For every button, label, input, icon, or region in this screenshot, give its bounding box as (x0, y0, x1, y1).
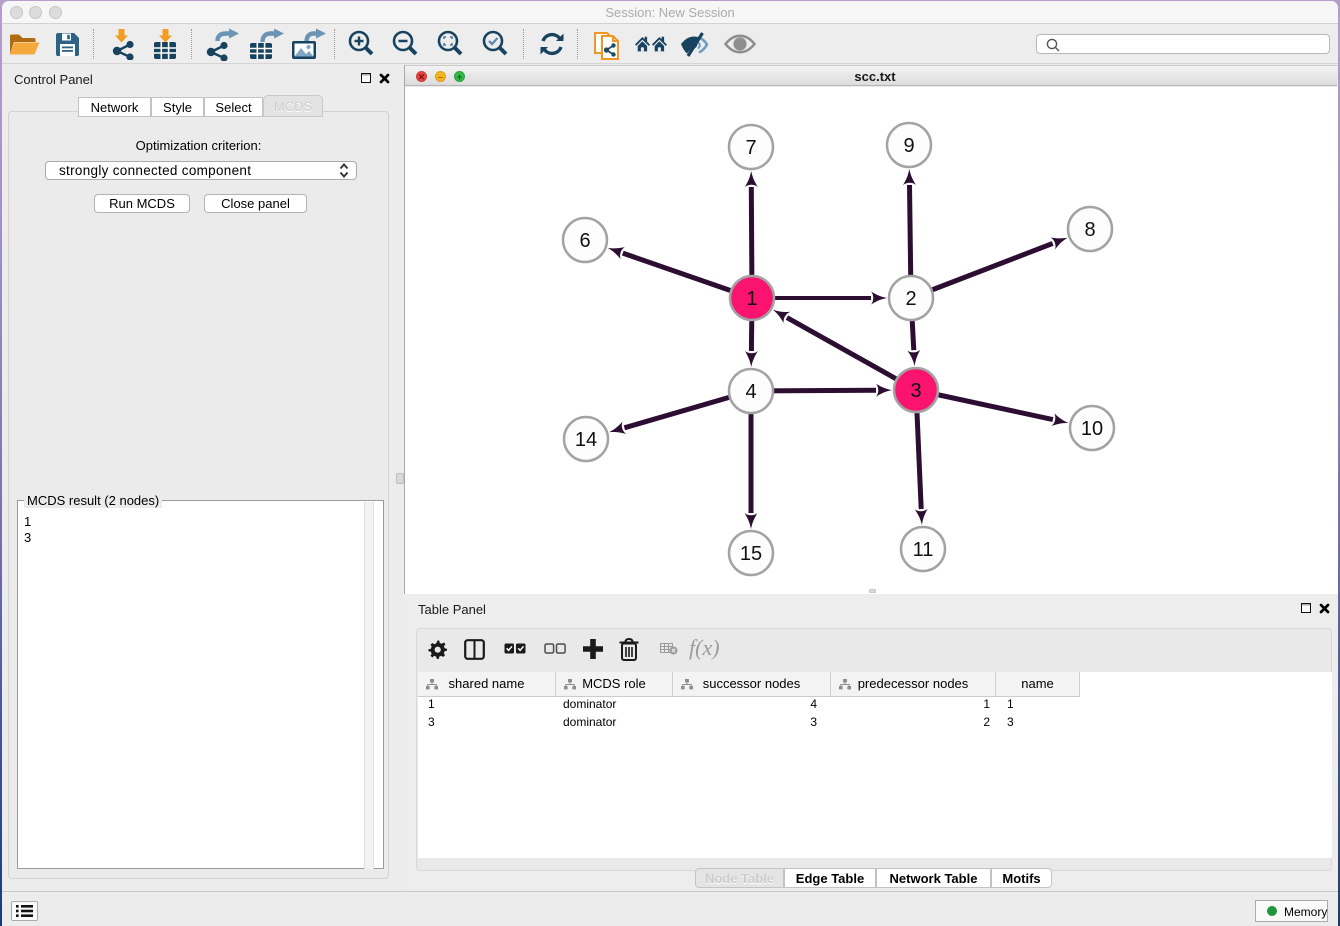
svg-text:4: 4 (745, 381, 756, 403)
svg-text:3: 3 (910, 380, 921, 402)
svg-text:14: 14 (575, 429, 597, 451)
svg-text:1: 1 (746, 288, 757, 310)
svg-text:9: 9 (903, 135, 914, 157)
svg-text:2: 2 (905, 288, 916, 310)
svg-text:10: 10 (1081, 418, 1103, 440)
svg-text:8: 8 (1084, 219, 1095, 241)
svg-text:15: 15 (740, 543, 762, 565)
svg-text:7: 7 (745, 137, 756, 159)
svg-text:11: 11 (913, 539, 934, 561)
svg-text:6: 6 (579, 230, 590, 252)
